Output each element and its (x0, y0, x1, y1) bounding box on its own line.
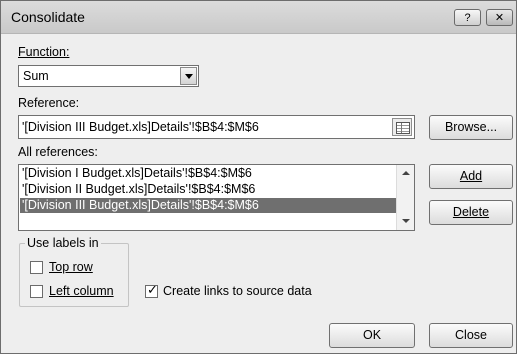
browse-button[interactable]: Browse... (429, 115, 513, 140)
all-references-list[interactable]: '[Division I Budget.xls]Details'!$B$4:$M… (18, 164, 415, 231)
create-links-checkbox[interactable] (145, 283, 158, 298)
list-item-selected[interactable]: '[Division III Budget.xls]Details'!$B$4:… (20, 198, 397, 213)
list-item[interactable]: '[Division II Budget.xls]Details'!$B$4:$… (20, 182, 397, 197)
top-row-label-text: Top row (49, 260, 93, 274)
function-label-text: Function: (18, 45, 70, 59)
left-column-label-text: Left column (49, 284, 114, 298)
function-dropdown[interactable]: Sum (18, 65, 199, 87)
help-button[interactable]: ? (454, 9, 481, 26)
create-links-label[interactable]: Create links to source data (163, 284, 312, 298)
consolidate-dialog: Consolidate ? ✕ Function: Sum Reference:… (0, 0, 517, 354)
top-row-label[interactable]: Top row (49, 260, 93, 274)
reference-label: Reference: (18, 96, 80, 110)
use-labels-title: Use labels in (25, 236, 101, 250)
ok-button[interactable]: OK (329, 323, 415, 348)
add-button-label: Add (459, 169, 483, 183)
scroll-up-icon[interactable] (397, 165, 414, 181)
range-select-icon (396, 122, 410, 134)
all-references-label: All references: (18, 145, 98, 159)
collapse-dialog-button[interactable] (392, 118, 412, 136)
close-window-button[interactable]: ✕ (486, 9, 513, 26)
left-column-label[interactable]: Left column (49, 284, 114, 298)
close-button[interactable]: Close (429, 323, 513, 348)
list-item[interactable]: '[Division I Budget.xls]Details'!$B$4:$M… (20, 166, 397, 181)
title-bar: Consolidate ? ✕ (1, 1, 516, 34)
chevron-down-icon[interactable] (180, 67, 197, 85)
reference-value: '[Division III Budget.xls]Details'!$B$4:… (22, 120, 259, 134)
function-label: Function: (18, 45, 69, 59)
delete-button-label: Delete (452, 205, 490, 219)
function-value: Sum (23, 69, 49, 83)
reference-input[interactable]: '[Division III Budget.xls]Details'!$B$4:… (18, 115, 415, 139)
delete-button[interactable]: Delete (429, 200, 513, 225)
left-column-checkbox[interactable] (30, 285, 43, 298)
scroll-down-icon[interactable] (397, 214, 414, 230)
vertical-scrollbar[interactable] (396, 165, 414, 230)
dialog-title: Consolidate (11, 9, 85, 25)
add-button[interactable]: Add (429, 164, 513, 189)
top-row-checkbox[interactable] (30, 261, 43, 274)
